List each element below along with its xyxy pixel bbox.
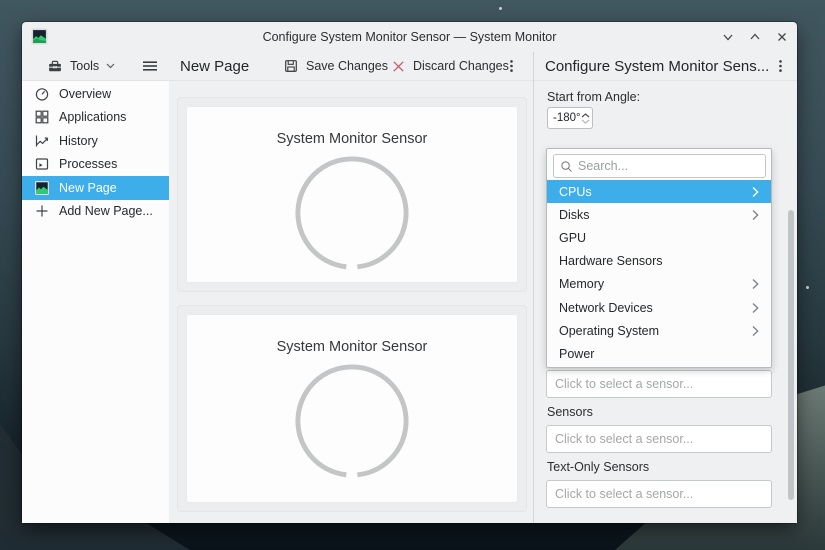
sensor-group-hardware-sensors[interactable]: Hardware Sensors [547, 250, 771, 273]
sidebar-item-applications[interactable]: Applications [22, 106, 169, 130]
titlebar[interactable]: Configure System Monitor Sensor — System… [22, 22, 797, 52]
sidebar-item-overview[interactable]: Overview [22, 82, 169, 106]
start-angle-value: -180° [548, 112, 581, 124]
search-input[interactable] [578, 159, 759, 173]
app-window: Configure System Monitor Sensor — System… [22, 22, 797, 523]
sensor-group-operating-system[interactable]: Operating System [547, 319, 771, 342]
page-preview-area: System Monitor Sensor System Monitor Sen… [169, 81, 533, 523]
sensor-group-power[interactable]: Power [547, 342, 771, 365]
save-changes-label: Save Changes [306, 59, 388, 73]
sensor-widget-card[interactable]: System Monitor Sensor [186, 314, 518, 503]
sensor-group-label: Operating System [559, 324, 659, 338]
plus-icon [34, 203, 50, 219]
chevron-down-icon [106, 63, 115, 69]
process-window-icon [34, 156, 50, 172]
tools-menu-button[interactable]: Tools [47, 52, 115, 80]
minimize-button[interactable] [719, 28, 737, 46]
sidebar-item-new-page[interactable]: New Page [22, 176, 169, 200]
system-monitor-icon [34, 180, 50, 196]
sensor-widget-container: System Monitor Sensor [177, 97, 527, 292]
sensors-label: Sensors [547, 405, 593, 419]
sidebar-item-history[interactable]: History [22, 129, 169, 153]
sensor-gauge-circle [293, 362, 411, 480]
discard-changes-button[interactable]: Discard Changes [391, 52, 509, 80]
discard-x-icon [391, 59, 406, 74]
panel-overflow-menu-icon[interactable] [778, 52, 783, 80]
sensor-picker-popup: CPUs Disks GPU Hardware Sensors [546, 148, 772, 368]
system-monitor-app-icon [31, 28, 48, 45]
sensor-group-label: Power [559, 347, 594, 361]
sidebar-item-processes[interactable]: Processes [22, 153, 169, 177]
sidebar-item-label: Add New Page... [59, 204, 153, 218]
sensor-search-field[interactable] [553, 154, 766, 178]
overflow-menu-icon[interactable] [509, 52, 514, 80]
wallpaper-star [806, 286, 809, 289]
sensor-group-memory[interactable]: Memory [547, 273, 771, 296]
sensor-group-network-devices[interactable]: Network Devices [547, 296, 771, 319]
sensor-widget-title: System Monitor Sensor [277, 339, 428, 355]
config-panel: Start from Angle: -180° [534, 81, 797, 523]
panel-scrollbar[interactable] [788, 210, 794, 500]
sensor-widget-card[interactable]: System Monitor Sensor [186, 106, 518, 283]
tools-menu-label: Tools [70, 59, 99, 73]
chevron-right-icon [752, 302, 759, 314]
chevron-right-icon [752, 278, 759, 290]
sensor-gauge-circle [293, 154, 411, 272]
hamburger-menu-icon[interactable] [142, 52, 158, 80]
sensor-group-label: CPUs [559, 185, 592, 199]
chevron-right-icon [752, 325, 759, 337]
sensors-selector[interactable]: Click to select a sensor... [546, 425, 772, 453]
sidebar-item-label: Processes [59, 157, 117, 171]
sensor-group-cpus[interactable]: CPUs [547, 180, 771, 203]
chart-icon [34, 133, 50, 149]
sidebar-item-label: Applications [59, 110, 126, 124]
sensor-widget-container: System Monitor Sensor [177, 305, 527, 512]
window-content: Overview Applications [22, 81, 797, 523]
sidebar-item-label: History [59, 134, 98, 148]
sensor-group-label: Memory [559, 277, 604, 291]
desktop-wallpaper: Configure System Monitor Sensor — System… [0, 0, 825, 550]
sensor-group-label: Disks [559, 208, 590, 222]
toolbox-icon [47, 58, 63, 74]
sensor-group-label: Hardware Sensors [559, 254, 663, 268]
save-icon [283, 58, 299, 74]
grid-icon [34, 109, 50, 125]
start-angle-spinbox[interactable]: -180° [547, 107, 593, 129]
text-only-sensors-label: Text-Only Sensors [547, 460, 649, 474]
sensor-selector-placeholder: Click to select a sensor... [555, 432, 693, 446]
text-only-sensors-selector[interactable]: Click to select a sensor... [546, 480, 772, 508]
gauge-icon [34, 86, 50, 102]
start-angle-label: Start from Angle: [547, 90, 640, 104]
search-icon [560, 160, 573, 173]
save-changes-button[interactable]: Save Changes [283, 52, 388, 80]
chevron-right-icon [752, 186, 759, 198]
spin-up-icon[interactable] [581, 113, 590, 118]
sensor-group-gpu[interactable]: GPU [547, 226, 771, 249]
sensor-selector-placeholder: Click to select a sensor... [555, 377, 693, 391]
sidebar-item-add-new-page[interactable]: Add New Page... [22, 200, 169, 224]
sensor-group-label: GPU [559, 231, 586, 245]
window-title: Configure System Monitor Sensor — System… [142, 22, 677, 52]
panel-title: Configure System Monitor Sens... [545, 52, 769, 80]
sidebar-item-label: Overview [59, 87, 111, 101]
sensor-widget-title: System Monitor Sensor [277, 131, 428, 147]
close-button[interactable] [773, 28, 791, 46]
sensor-group-label: Network Devices [559, 301, 653, 315]
wallpaper-star [499, 7, 502, 10]
toolbar: Tools New Page [22, 52, 797, 81]
sidebar: Overview Applications [22, 81, 169, 523]
toolbar-page-title: New Page [180, 52, 249, 80]
maximize-button[interactable] [746, 28, 764, 46]
sensor-selector-placeholder: Click to select a sensor... [555, 487, 693, 501]
sidebar-item-label: New Page [59, 181, 117, 195]
discard-changes-label: Discard Changes [413, 59, 509, 73]
sensor-group-disks[interactable]: Disks [547, 203, 771, 226]
sensor-group-list: CPUs Disks GPU Hardware Sensors [547, 180, 771, 366]
total-sensor-selector[interactable]: Click to select a sensor... [546, 370, 772, 398]
chevron-right-icon [752, 209, 759, 221]
spin-down-icon[interactable] [581, 119, 590, 124]
